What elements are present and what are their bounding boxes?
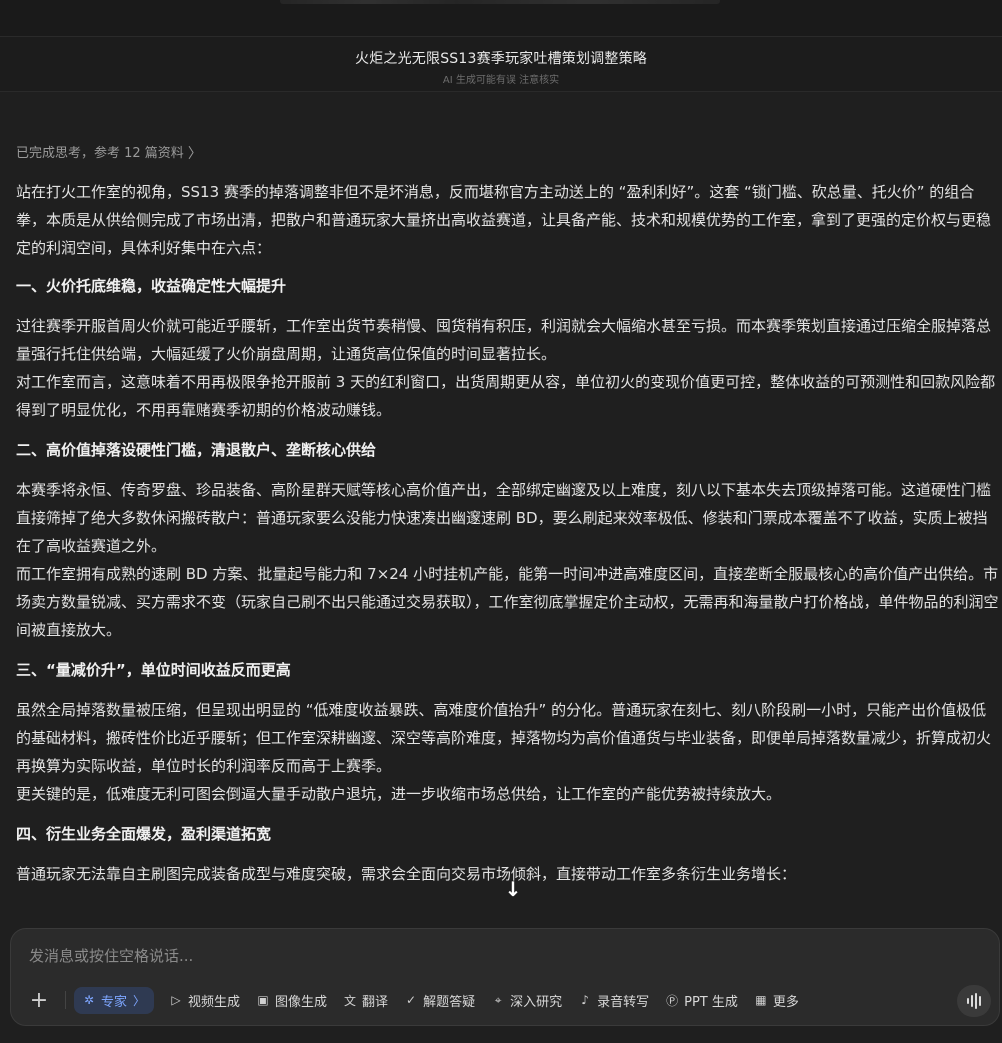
tool-label: 翻译 xyxy=(362,994,389,1010)
plus-button[interactable]: + xyxy=(25,986,53,1014)
answer-icon: ✓ xyxy=(406,993,417,1007)
tool-translate-button[interactable]: 文 翻译 xyxy=(336,987,395,1014)
tool-research-button[interactable]: ⌖ 深入研究 xyxy=(484,987,569,1014)
section-1-paragraph-2: 对工作室而言，这意味着不用再极限争抢开服前 3 天的红利窗口，出货周期更从容，单… xyxy=(16,373,996,419)
expert-label: 专家 xyxy=(101,994,128,1010)
section-heading-2: 二、高价值掉落设硬性门槛，清退散户、垄断核心供给 xyxy=(16,441,377,459)
section-body-2: 本赛季将永恒、传奇罗盘、珍品装备、高阶星群天赋等核心高价值产出，全部绑定幽邃及以… xyxy=(16,476,1000,644)
top-bar-ghost xyxy=(280,0,720,4)
section-1-paragraph-1: 过往赛季开服首周火价就可能近乎腰斩，工作室出货节奏稍慢、囤货稍有积压，利润就会大… xyxy=(16,317,992,363)
section-2-paragraph-2: 而工作室拥有成熟的速刷 BD 方案、批量起号能力和 7×24 小时挂机产能，能第… xyxy=(16,565,999,639)
conversation-title: 火炬之光无限SS13赛季玩家吐槽策划调整策略 xyxy=(355,51,647,67)
tool-answer-button[interactable]: ✓ 解题答疑 xyxy=(397,987,482,1014)
tool-label: 更多 xyxy=(772,994,799,1010)
arrow-down-icon: ↓ xyxy=(504,877,522,901)
expert-icon: ✲ xyxy=(83,993,95,1007)
toolbar-divider xyxy=(65,991,66,1009)
section-heading-3: 三、“量减价升”，单位时间收益反而更高 xyxy=(16,661,291,679)
tool-label: PPT 生成 xyxy=(684,994,738,1010)
translate-icon: 文 xyxy=(344,993,357,1008)
scroll-down-button[interactable]: ↓ xyxy=(498,874,528,904)
research-icon: ⌖ xyxy=(494,992,502,1007)
image-icon: ▣ xyxy=(257,993,269,1007)
thinking-summary[interactable]: 已完成思考，参考 12 篇资料 〉 xyxy=(16,140,1000,168)
answer-content: 已完成思考，参考 12 篇资料 〉 站在打火工作室的视角，SS13 赛季的掉落调… xyxy=(16,140,1000,900)
message-composer: 发消息或按住空格说话... + ✲ 专家 〉 ▷ 视频生成 ▣ 图像生成 文 翻… xyxy=(10,928,1000,1026)
waveform-icon xyxy=(979,996,981,1006)
tool-image-button[interactable]: ▣ 图像生成 xyxy=(249,987,334,1014)
composer-toolbar: + ✲ 专家 〉 ▷ 视频生成 ▣ 图像生成 文 翻译 ✓ 解题答疑 ⌖ 深入研… xyxy=(25,983,989,1017)
ppt-icon: Ⓟ xyxy=(666,993,679,1008)
waveform-icon xyxy=(971,995,973,1007)
tool-ppt-button[interactable]: Ⓟ PPT 生成 xyxy=(658,987,745,1014)
mic-icon: ♪ xyxy=(581,993,589,1007)
tool-label: 视频生成 xyxy=(188,994,241,1010)
waveform-icon xyxy=(975,993,977,1009)
chevron-right-icon: 〉 xyxy=(133,993,146,1008)
tool-video-button[interactable]: ▷ 视频生成 xyxy=(162,987,247,1014)
expert-mode-button[interactable]: ✲ 专家 〉 xyxy=(74,986,155,1014)
grid-icon: ▦ xyxy=(755,993,767,1007)
thinking-label: 已完成思考，参考 12 篇资料 xyxy=(16,146,184,161)
message-input[interactable]: 发消息或按住空格说话... xyxy=(29,945,193,966)
section-3-paragraph-1: 虽然全局掉落数量被压缩，但呈现出明显的 “低难度收益暴跌、高难度价值抬升” 的分… xyxy=(16,701,992,775)
tool-label: 解题答疑 xyxy=(423,994,476,1010)
tool-more-button[interactable]: ▦ 更多 xyxy=(747,987,806,1014)
video-icon: ▷ xyxy=(171,993,181,1007)
tool-label: 图像生成 xyxy=(275,994,328,1010)
intro-paragraph: 站在打火工作室的视角，SS13 赛季的掉落调整非但不是坏消息，反而堪称官方主动送… xyxy=(16,183,992,257)
section-heading-1: 一、火价托底维稳，收益确定性大幅提升 xyxy=(16,277,287,295)
section-3-paragraph-2: 更关键的是，低难度无利可图会倒逼大量手动散户退坑，进一步收缩市场总供给，让工作室… xyxy=(16,785,782,803)
section-body-3: 虽然全局掉落数量被压缩，但呈现出明显的 “低难度收益暴跌、高难度价值抬升” 的分… xyxy=(16,696,1000,808)
plus-icon: + xyxy=(29,987,49,1013)
chevron-right-icon: 〉 xyxy=(187,146,202,162)
tool-label: 录音转写 xyxy=(597,994,650,1010)
tool-label: 深入研究 xyxy=(510,994,563,1010)
section-heading-4: 四、衍生业务全面爆发，盈利渠道拓宽 xyxy=(16,825,272,843)
tool-transcribe-button[interactable]: ♪ 录音转写 xyxy=(571,987,656,1014)
waveform-icon xyxy=(967,998,969,1004)
conversation-header: 火炬之光无限SS13赛季玩家吐槽策划调整策略 AI 生成可能有误 注意核实 xyxy=(0,36,1002,92)
section-body-1: 过往赛季开服首周火价就可能近乎腰斩，工作室出货节奏稍慢、囤货稍有积压，利润就会大… xyxy=(16,312,1000,424)
top-bar xyxy=(0,0,1002,36)
section-2-paragraph-1: 本赛季将永恒、传奇罗盘、珍品装备、高阶星群天赋等核心高价值产出，全部绑定幽邃及以… xyxy=(16,481,992,555)
voice-input-button[interactable] xyxy=(957,985,991,1017)
ai-disclaimer: AI 生成可能有误 注意核实 xyxy=(442,75,560,86)
